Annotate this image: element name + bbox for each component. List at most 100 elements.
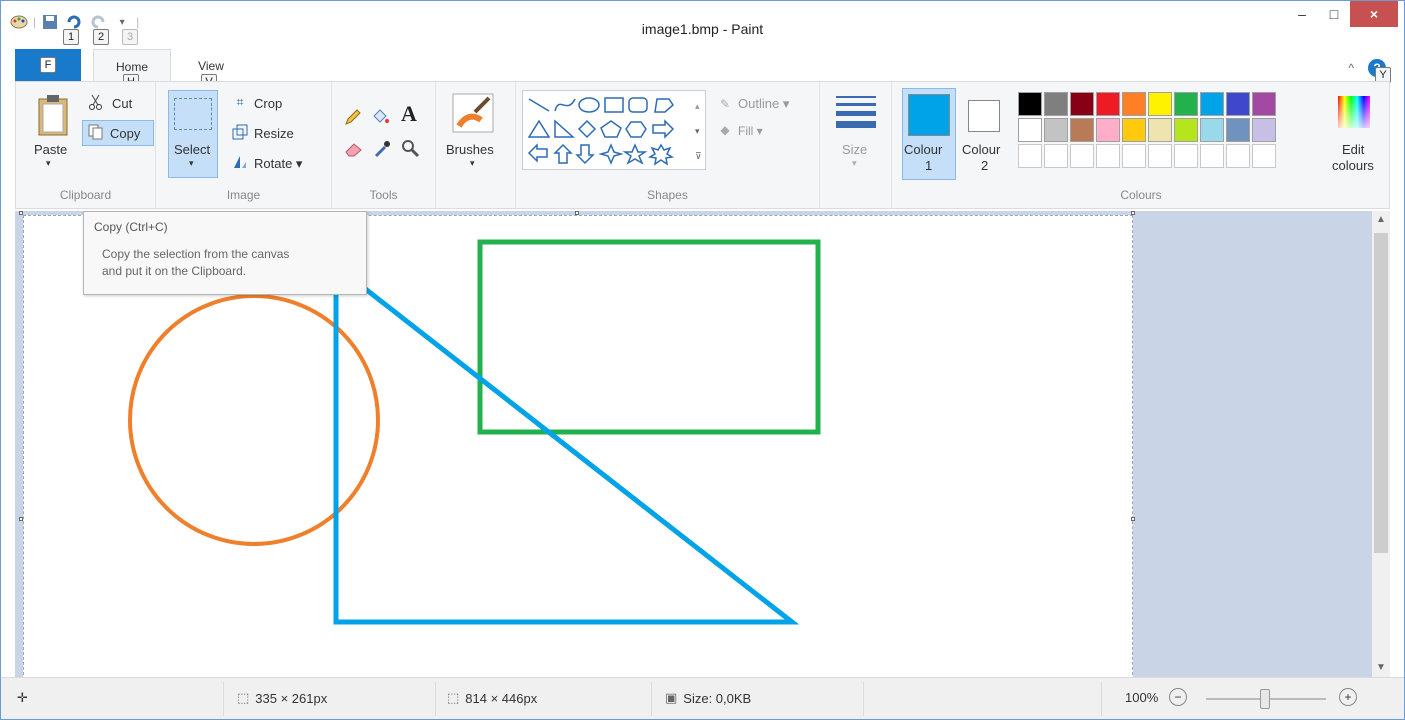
status-divider: [435, 682, 436, 716]
eraser-icon[interactable]: [344, 140, 364, 158]
tab-file[interactable]: F: [15, 49, 81, 81]
group-clipboard: Paste ▾ Cut Copy Clipboard: [16, 82, 156, 208]
tooltip-title: Copy (Ctrl+C): [94, 220, 168, 234]
palette-swatch[interactable]: [1148, 144, 1172, 168]
palette-swatch[interactable]: [1226, 92, 1250, 116]
cut-icon[interactable]: [88, 94, 104, 110]
palette-swatch[interactable]: [1200, 118, 1224, 142]
shapes-gallery[interactable]: ▴ ▾ ⊽: [522, 90, 706, 170]
group-brushes[interactable]: Brushes ▾: [436, 82, 516, 208]
copy-button[interactable]: Copy: [110, 126, 140, 141]
palette-swatch[interactable]: [1252, 144, 1276, 168]
brushes-label: Brushes: [446, 142, 494, 157]
palette-swatch[interactable]: [1252, 118, 1276, 142]
fill-button[interactable]: Fill ▾: [738, 124, 763, 138]
minimize-ribbon-icon[interactable]: ^: [1348, 61, 1354, 75]
svg-text:⊽: ⊽: [695, 151, 702, 161]
palette-swatch[interactable]: [1018, 92, 1042, 116]
palette-swatch[interactable]: [1122, 92, 1146, 116]
fill-bucket-icon[interactable]: [370, 106, 390, 126]
scroll-down-icon[interactable]: ▼: [1372, 659, 1390, 677]
palette-swatch[interactable]: [1226, 144, 1250, 168]
outline-label: Outline: [738, 96, 780, 111]
palette-swatch[interactable]: [1044, 92, 1068, 116]
zoom-slider-thumb[interactable]: [1260, 689, 1270, 709]
edit-colours-icon[interactable]: [1336, 94, 1372, 130]
palette-swatch[interactable]: [1148, 92, 1172, 116]
ribbon-tabs: F Home H View V ^ ? Y: [1, 49, 1404, 90]
maximize-button[interactable]: □: [1318, 1, 1350, 27]
paste-button[interactable]: Paste: [34, 142, 67, 157]
palette-swatch[interactable]: [1096, 118, 1120, 142]
palette-swatch[interactable]: [1044, 118, 1068, 142]
close-button[interactable]: ×: [1350, 1, 1398, 27]
outline-button[interactable]: Outline ▾: [738, 96, 789, 112]
cursor-position: ✛: [17, 690, 34, 706]
palette-swatch[interactable]: [1174, 92, 1198, 116]
selection-size-icon: ⬚: [237, 690, 250, 705]
clipboard-group-label: Clipboard: [59, 188, 112, 202]
resize-handle-top-left[interactable]: [19, 211, 23, 215]
palette-swatch[interactable]: [1252, 92, 1276, 116]
tooltip-line-1: Copy the selection from the canvas: [102, 247, 290, 261]
status-divider: [223, 682, 224, 716]
palette-swatch[interactable]: [1070, 92, 1094, 116]
palette-swatch[interactable]: [1070, 144, 1094, 168]
rotate-button[interactable]: Rotate ▾: [254, 156, 302, 172]
zoom-out-icon[interactable]: −: [1169, 688, 1187, 706]
palette-swatch[interactable]: [1044, 144, 1068, 168]
select-dropdown-icon[interactable]: ▾: [189, 158, 194, 169]
zoom-level: 100%: [1125, 690, 1159, 705]
color-picker-icon[interactable]: [372, 138, 392, 158]
window-controls: – □ ×: [1286, 1, 1398, 27]
fill-icon: ◆: [720, 123, 730, 137]
palette-swatch[interactable]: [1174, 118, 1198, 142]
colour1-label-1: Colour: [904, 142, 943, 157]
palette-swatch[interactable]: [1096, 92, 1120, 116]
magnifier-icon[interactable]: [400, 138, 420, 158]
group-size[interactable]: Size ▾: [820, 82, 892, 208]
palette-swatch[interactable]: [1122, 144, 1146, 168]
palette-swatch[interactable]: [1018, 118, 1042, 142]
keytip-file: F: [40, 57, 56, 73]
copy-icon: [88, 124, 104, 140]
paste-icon[interactable]: [36, 94, 70, 136]
group-tools: A Tools: [332, 82, 436, 208]
text-tool-icon[interactable]: A: [398, 101, 420, 126]
palette-swatch[interactable]: [1226, 118, 1250, 142]
brushes-dropdown-icon[interactable]: ▾: [470, 158, 475, 169]
palette-swatch[interactable]: [1174, 144, 1198, 168]
selection-size: ⬚ 335 × 261px: [237, 690, 327, 706]
crop-button[interactable]: Crop: [254, 96, 282, 111]
disk-icon: ▣: [665, 690, 678, 705]
zoom-in-icon[interactable]: +: [1339, 688, 1357, 706]
file-size-value: Size: 0,0KB: [683, 690, 752, 706]
palette-swatch[interactable]: [1096, 144, 1120, 168]
resize-handle-left[interactable]: [19, 517, 23, 521]
resize-handle-top-right[interactable]: [1131, 211, 1135, 215]
resize-handle-top[interactable]: [575, 211, 579, 215]
palette-swatch[interactable]: [1070, 118, 1094, 142]
vertical-scrollbar[interactable]: ▲ ▼: [1372, 211, 1390, 677]
palette-swatch[interactable]: [1018, 144, 1042, 168]
resize-button[interactable]: Resize: [254, 126, 294, 141]
palette-swatch[interactable]: [1148, 118, 1172, 142]
select-label: Select: [174, 142, 211, 157]
image-group-label: Image: [226, 188, 261, 202]
resize-handle-right[interactable]: [1131, 517, 1135, 521]
palette-swatch[interactable]: [1200, 92, 1224, 116]
pencil-icon[interactable]: [344, 108, 362, 126]
scrollbar-thumb[interactable]: [1374, 233, 1388, 553]
tab-view-label: View: [198, 59, 224, 73]
minimize-button[interactable]: –: [1286, 1, 1318, 27]
cut-button[interactable]: Cut: [112, 96, 132, 111]
tools-group-label: Tools: [369, 188, 398, 202]
palette-swatch[interactable]: [1122, 118, 1146, 142]
scroll-up-icon[interactable]: ▲: [1372, 211, 1390, 229]
orange-circle: [128, 294, 380, 546]
colour2-swatch[interactable]: [968, 100, 1000, 132]
palette-swatch[interactable]: [1200, 144, 1224, 168]
colour-palette: [1018, 92, 1276, 168]
fill-label: Fill: [738, 124, 754, 138]
paste-dropdown-icon[interactable]: ▾: [46, 158, 51, 169]
